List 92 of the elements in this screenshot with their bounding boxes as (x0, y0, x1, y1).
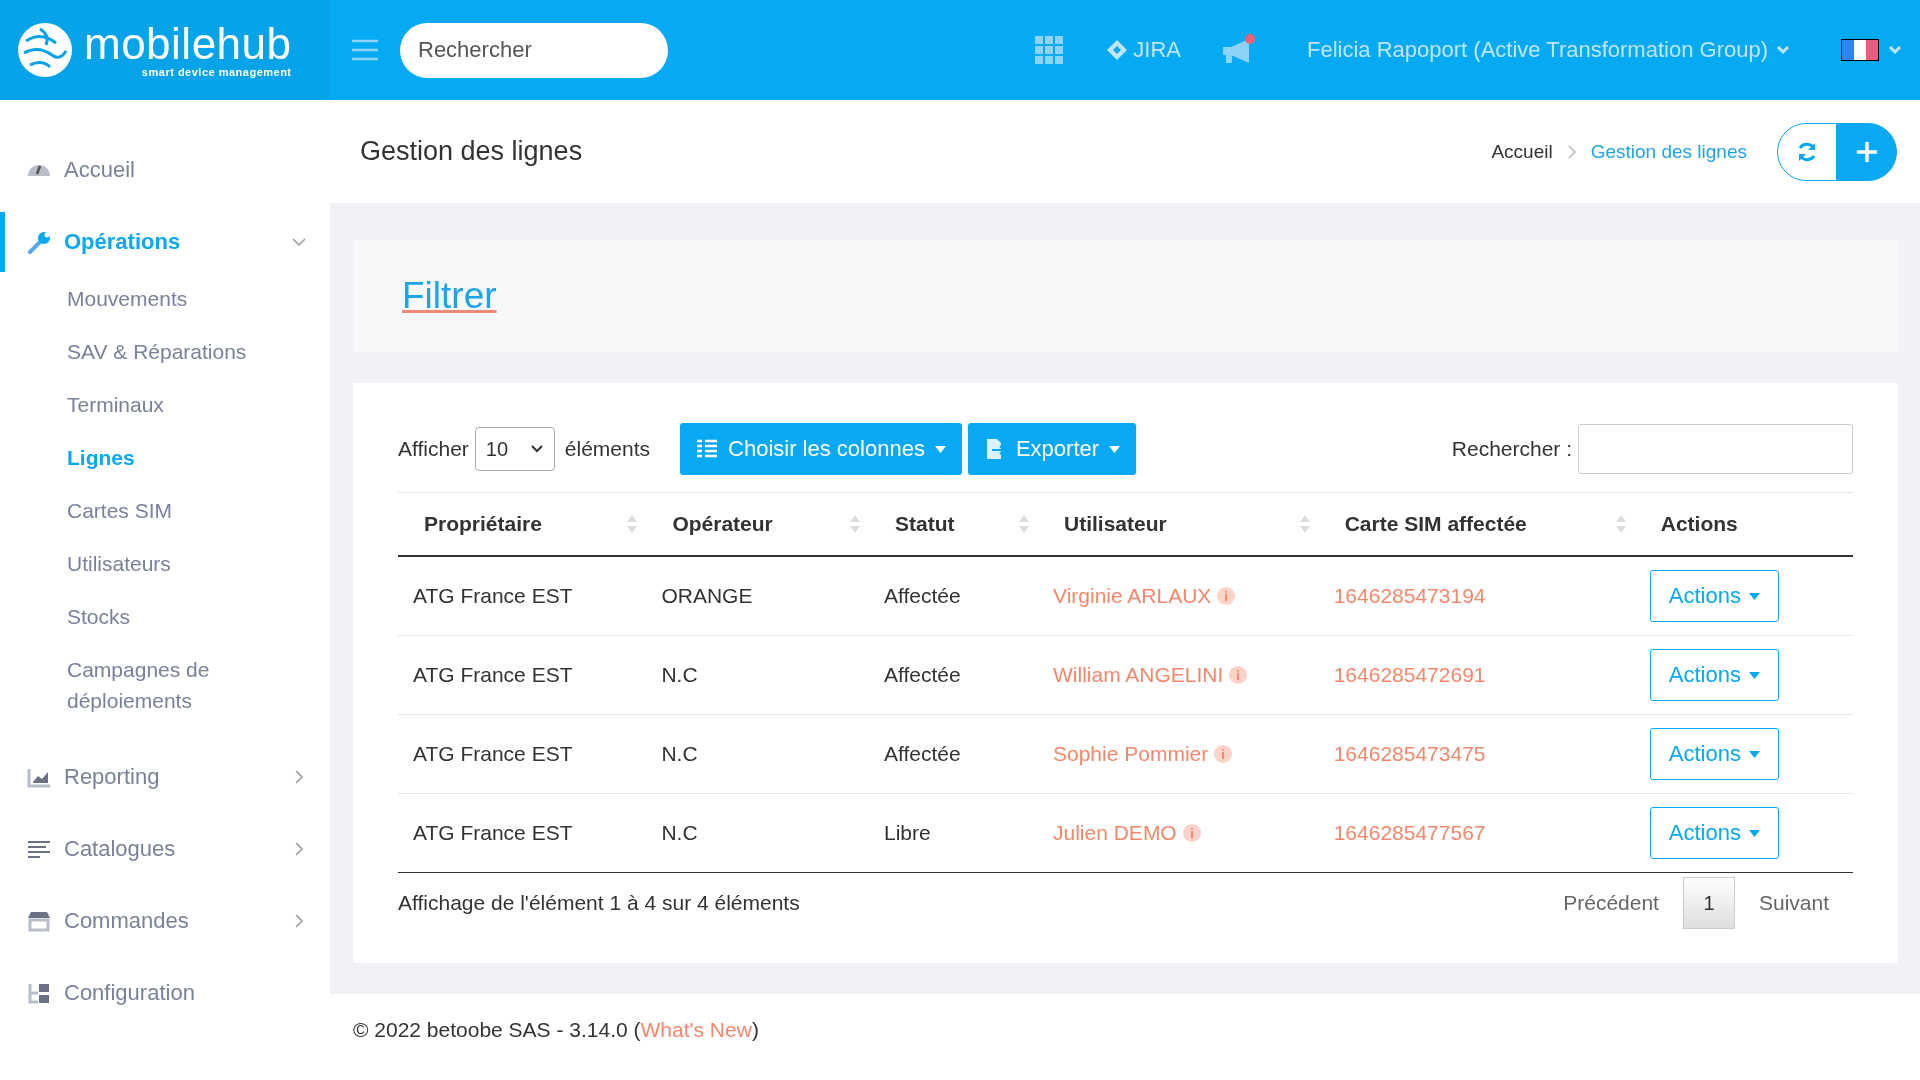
caret-icon (1109, 445, 1121, 453)
info-icon (1229, 666, 1248, 684)
logo-text: mobilehub (84, 22, 292, 66)
search-field[interactable]: Rechercher (400, 22, 668, 78)
sim-link[interactable]: 1646285473475 (1333, 742, 1486, 765)
grid-icon[interactable] (1035, 36, 1064, 64)
sim-link[interactable]: 1646285473194 (1333, 584, 1486, 607)
table-cell: ATG France EST (398, 556, 647, 636)
table-info: Affichage de l'élément 1 à 4 sur 4 éléments (398, 891, 801, 915)
actions-button[interactable]: Actions (1649, 807, 1779, 859)
actions-button[interactable]: Actions (1649, 649, 1779, 701)
store-icon (26, 909, 52, 933)
sidebar-subitem[interactable]: Terminaux (67, 378, 267, 431)
user-link[interactable]: Sophie Pommier (1053, 742, 1209, 766)
sidebar-item[interactable]: Commandes (0, 891, 330, 951)
logo-tagline: smart device management (140, 66, 292, 78)
page-size-select[interactable]: 10 (474, 427, 555, 471)
chevron-icon (1888, 45, 1902, 55)
sidebar-item[interactable]: Configuration (0, 963, 330, 1023)
table-cell: N.C (646, 714, 869, 794)
info-icon (1217, 587, 1236, 605)
caret-icon (934, 445, 946, 453)
page-title: Gestion des lignes (360, 136, 584, 167)
wrench-icon (26, 230, 52, 254)
sidebar-item[interactable]: Accueil (0, 140, 330, 200)
table-cell: ATG France EST (398, 635, 647, 715)
caret-icon (1748, 750, 1760, 758)
table-cell: Affectée (869, 635, 1038, 715)
caret-icon (1748, 592, 1760, 600)
whats-new-link[interactable]: What's New (640, 1018, 752, 1041)
sidebar-subitem[interactable]: Mouvements (67, 272, 267, 325)
previous-button[interactable]: Précédent (1539, 891, 1683, 915)
column-header[interactable]: Carte SIM affectée (1318, 492, 1635, 556)
sidebar-item[interactable]: Catalogues (0, 819, 330, 879)
column-header[interactable]: Opérateur (646, 492, 869, 556)
column-header[interactable]: Propriétaire (398, 492, 647, 556)
columns-button[interactable]: Choisir les colonnes (680, 423, 962, 475)
language-selector[interactable] (1840, 38, 1902, 62)
footer-text: © 2022 betoobe SAS - 3.14.0 (What's New) (353, 1018, 760, 1042)
table-cell: ATG France EST (398, 714, 647, 794)
show-label: Afficher (398, 437, 469, 461)
table-cell: N.C (646, 635, 869, 715)
sidebar-subitem[interactable]: SAV & Réparations (67, 325, 267, 378)
table-cell: ORANGE (646, 556, 869, 636)
caret-icon (1748, 671, 1760, 679)
menu-icon[interactable] (350, 38, 380, 62)
chevron-icon (1566, 143, 1577, 160)
table-cell: Affectée (869, 556, 1038, 636)
table-cell: N.C (646, 793, 869, 873)
user-link[interactable]: William ANGELINI (1053, 663, 1224, 687)
show-suffix: éléments (564, 437, 651, 461)
chevron-icon (529, 444, 544, 454)
search-label: Rechercher : (1451, 437, 1572, 461)
plus-icon (1855, 139, 1879, 164)
user-link[interactable]: Julien DEMO (1053, 821, 1177, 845)
breadcrumb-link[interactable]: Gestion des lignes (1590, 140, 1747, 163)
breadcrumb-link[interactable]: Accueil (1491, 140, 1553, 163)
sim-link[interactable]: 1646285477567 (1333, 821, 1486, 844)
diamond-icon (1107, 40, 1128, 60)
add-button[interactable] (1837, 122, 1897, 181)
column-header: Actions (1634, 492, 1853, 556)
sidebar-item[interactable]: Reporting (0, 747, 330, 807)
user-menu[interactable]: Felicia Rapoport (Active Transformation Group) (1307, 37, 1790, 63)
actions-button[interactable]: Actions (1649, 570, 1779, 622)
info-icon (1214, 745, 1233, 763)
caret-icon (1748, 829, 1760, 837)
jira-link[interactable]: JIRA (1107, 37, 1182, 63)
sidebar-subitem[interactable]: Lignes (67, 431, 267, 484)
sidebar-item[interactable]: Opérations (0, 212, 330, 272)
refresh-button[interactable] (1777, 122, 1837, 181)
filter-link[interactable]: Filtrer (402, 275, 497, 317)
table-cell: Affectée (869, 714, 1038, 794)
next-button[interactable]: Suivant (1734, 891, 1853, 915)
columns-icon (696, 438, 719, 460)
sidebar-subitem[interactable]: Stocks (67, 590, 267, 643)
column-header[interactable]: Statut (869, 492, 1038, 556)
sidebar-subitem[interactable]: Cartes SIM (67, 484, 267, 537)
column-header[interactable]: Utilisateur (1038, 492, 1319, 556)
page-button[interactable]: 1 (1682, 877, 1735, 929)
export-button[interactable]: Exporter (967, 423, 1137, 475)
table-cell: ATG France EST (398, 793, 647, 873)
actions-button[interactable]: Actions (1649, 728, 1779, 780)
info-icon (1182, 824, 1201, 842)
table-cell: Libre (869, 793, 1038, 873)
sim-link[interactable]: 1646285472691 (1333, 663, 1486, 686)
globe-icon (16, 21, 74, 79)
sidebar-subitem[interactable]: Utilisateurs (67, 537, 267, 590)
table-search-field[interactable] (1578, 424, 1853, 474)
tree-icon (26, 981, 52, 1005)
sidebar-subitem[interactable]: Campagnes de déploiements (67, 643, 267, 727)
user-link[interactable]: Virginie ARLAUX (1053, 584, 1212, 608)
chevron-icon (1776, 45, 1790, 55)
